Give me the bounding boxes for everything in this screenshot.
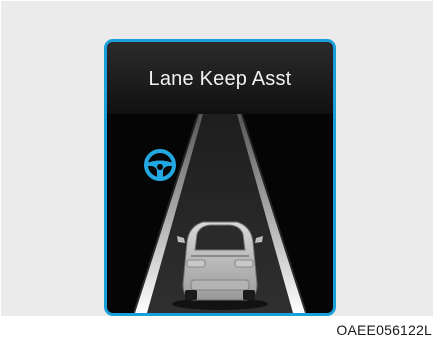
- display-title: Lane Keep Asst: [148, 68, 292, 90]
- steering-wheel-icon: [144, 149, 176, 181]
- instrument-cluster-display: Lane Keep Asst: [104, 39, 336, 316]
- figure-page: Lane Keep Asst OAEE056122L: [0, 0, 436, 342]
- figure-code: OAEE056122L: [336, 322, 432, 338]
- lane-scene: [133, 114, 307, 313]
